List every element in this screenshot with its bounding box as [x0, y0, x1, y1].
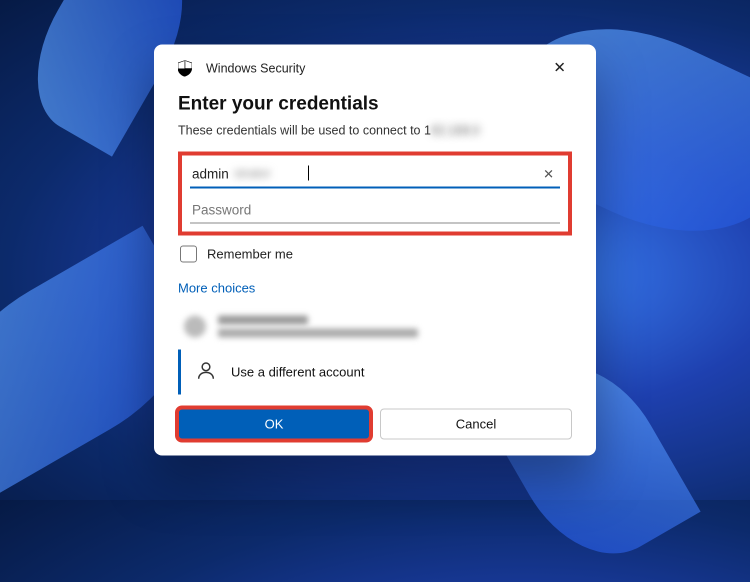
cancel-button[interactable]: Cancel	[380, 409, 572, 440]
password-input[interactable]	[190, 197, 560, 224]
person-icon	[195, 360, 217, 385]
account-avatar-icon	[184, 316, 206, 338]
more-choices-link[interactable]: More choices	[178, 281, 572, 296]
use-different-account-label: Use a different account	[231, 365, 364, 380]
remember-checkbox[interactable]	[180, 246, 197, 263]
ok-button[interactable]: OK	[178, 409, 370, 440]
remember-me-row[interactable]: Remember me	[180, 246, 572, 263]
username-redacted: strator	[234, 166, 271, 181]
subtext: These credentials will be used to connec…	[178, 124, 572, 138]
clear-username-icon[interactable]: ✕	[543, 167, 554, 183]
shield-icon	[178, 60, 192, 76]
text-caret	[308, 166, 309, 181]
remember-label: Remember me	[207, 247, 293, 262]
button-row: OK Cancel	[178, 409, 572, 440]
use-different-account-option[interactable]: Use a different account	[178, 350, 572, 395]
close-icon[interactable]: ✕	[547, 59, 572, 78]
credentials-group: strator ✕	[178, 152, 572, 236]
dialog-title: Windows Security	[206, 61, 305, 75]
windows-security-dialog: Windows Security ✕ Enter your credential…	[154, 45, 596, 456]
titlebar: Windows Security ✕	[178, 59, 572, 78]
saved-account-option[interactable]	[178, 310, 572, 350]
subtext-redacted: 92.168.0	[431, 124, 480, 138]
subtext-visible: These credentials will be used to connec…	[178, 124, 431, 138]
account-text-redacted	[218, 316, 418, 338]
heading: Enter your credentials	[178, 94, 572, 116]
